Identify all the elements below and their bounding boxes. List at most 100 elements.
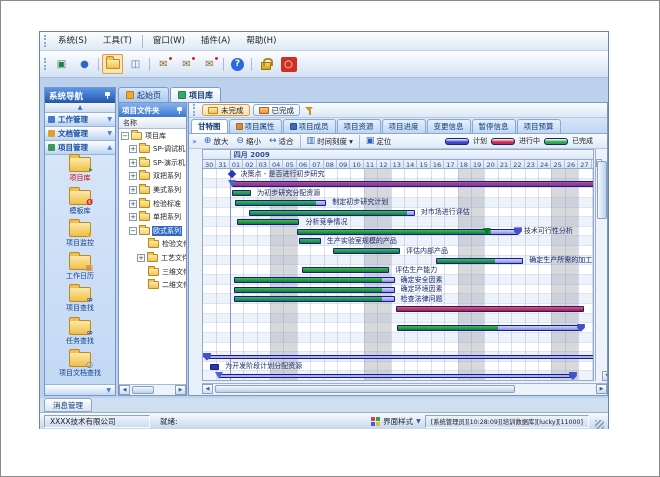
gantt-horizontal-scrollbar[interactable]: ◀ ▶ bbox=[202, 383, 607, 394]
gantt-tab-甘特图[interactable]: 甘特图 bbox=[191, 119, 228, 133]
filter-funnel-icon[interactable] bbox=[305, 106, 314, 115]
ui-style-button[interactable]: 界面样式 ▼ bbox=[371, 416, 421, 427]
sidebar-section-partial[interactable]: ▼ bbox=[45, 384, 115, 396]
gantt-tab-项目成员[interactable]: 项目成员 bbox=[283, 119, 336, 133]
gantt-tab-项目属性[interactable]: 项目属性 bbox=[229, 119, 282, 133]
tab-项目库[interactable]: 项目库 bbox=[170, 87, 221, 102]
scroll-left-icon[interactable]: ◀ bbox=[119, 385, 130, 395]
tree-node[interactable]: +检验标准 bbox=[129, 197, 182, 210]
scroll-right-icon[interactable]: ▶ bbox=[175, 385, 186, 395]
gantt-tab-暂停信息[interactable]: 暂停信息 bbox=[472, 119, 516, 133]
overflow-chevron-icon[interactable]: » bbox=[189, 137, 200, 146]
tree-expander-icon[interactable]: + bbox=[129, 159, 137, 167]
time-scale-button[interactable]: ▥时间刻度▾ bbox=[303, 135, 357, 148]
scroll-thumb[interactable] bbox=[215, 385, 515, 393]
gantt-chart[interactable]: 决策点 - 是否进行初步研究为初步研究分配资源制定初步研究计划对市场进行评估分析… bbox=[202, 169, 594, 381]
task-bar[interactable] bbox=[299, 238, 320, 244]
sidebar-item-项目库[interactable]: ▸项目库 bbox=[45, 156, 115, 188]
tree-node[interactable]: +双把系列 bbox=[129, 170, 182, 183]
sidebar-section-expanded[interactable]: 项目管理▲ bbox=[45, 141, 115, 155]
message-management-tab[interactable]: 消息管理 bbox=[44, 398, 92, 412]
tree-node[interactable]: −项目库 bbox=[121, 129, 167, 142]
task-bar[interactable] bbox=[232, 190, 251, 196]
sidebar-item-工作日历[interactable]: ▦工作日历 bbox=[45, 254, 115, 286]
toolbar-button[interactable]: ○ bbox=[278, 54, 299, 74]
tree-node[interactable]: −欧式系列 bbox=[129, 224, 182, 237]
sidebar-item-项目查找[interactable]: ∞项目查找 bbox=[45, 286, 115, 318]
tree-expander-icon[interactable]: + bbox=[129, 145, 137, 153]
scroll-thumb[interactable] bbox=[597, 161, 607, 219]
sidebar-item-任务查找[interactable]: ∞任务查找 bbox=[45, 319, 115, 351]
summary-line[interactable] bbox=[219, 374, 573, 378]
tree-expander-icon[interactable]: + bbox=[137, 254, 145, 262]
scroll-left-icon[interactable]: ◀ bbox=[202, 384, 213, 394]
gantt-tab-变更信息[interactable]: 变更信息 bbox=[427, 119, 471, 133]
pin-icon[interactable] bbox=[176, 107, 183, 114]
task-bar[interactable] bbox=[302, 267, 389, 273]
tree-node[interactable]: 二维文件 bbox=[137, 279, 186, 292]
summary-bar[interactable] bbox=[232, 181, 594, 187]
tree-horizontal-scrollbar[interactable]: ◀ ▶ bbox=[119, 384, 186, 395]
task-bar[interactable] bbox=[436, 258, 523, 264]
task-bar[interactable] bbox=[234, 296, 395, 302]
gantt-tab-项目预算[interactable]: 项目预算 bbox=[517, 119, 561, 133]
menu-item[interactable]: 窗口(W) bbox=[145, 34, 193, 49]
tree-column-header[interactable]: 名称 bbox=[119, 117, 186, 129]
toolbar-button[interactable] bbox=[102, 54, 123, 74]
task-bar[interactable] bbox=[249, 210, 415, 216]
toolbar-button[interactable]: ▣ bbox=[51, 54, 72, 74]
sidebar-collapse-button[interactable]: ▲ bbox=[45, 103, 115, 113]
tree-expander-icon[interactable]: − bbox=[129, 227, 137, 235]
tree-node[interactable]: +SP-调试机系 bbox=[129, 143, 186, 156]
scroll-down-icon[interactable]: ▼ bbox=[602, 371, 608, 381]
toolbar-button[interactable]: ✉ bbox=[176, 54, 197, 74]
toolbar-button[interactable]: ? bbox=[227, 54, 248, 74]
fit-button[interactable]: ↔适合 bbox=[265, 135, 298, 148]
filter-button-未完成[interactable]: 未完成 bbox=[202, 104, 250, 116]
tree-expander-icon[interactable]: − bbox=[121, 132, 129, 140]
toolbar-button[interactable] bbox=[255, 54, 276, 74]
task-bar[interactable] bbox=[235, 200, 326, 206]
tree-node[interactable]: +SP-演示机系 bbox=[129, 156, 186, 169]
zoom-out-button[interactable]: ⊖缩小 bbox=[232, 135, 265, 148]
tree-expander-icon[interactable]: + bbox=[129, 172, 137, 180]
task-bar[interactable] bbox=[210, 364, 219, 370]
menu-item[interactable]: 系统(S) bbox=[50, 34, 95, 49]
tree-node[interactable]: 三维文件 bbox=[137, 265, 186, 278]
locate-button[interactable]: ▣定位 bbox=[362, 135, 396, 148]
gantt-vertical-scrollbar[interactable]: ▲ ▼ bbox=[595, 149, 607, 381]
menu-item[interactable]: 工具(T) bbox=[95, 34, 140, 49]
sidebar-section-collapsed[interactable]: 工作管理▼ bbox=[45, 113, 115, 127]
tab-起始页[interactable]: 起始页 bbox=[118, 87, 169, 102]
scroll-thumb[interactable] bbox=[132, 386, 154, 394]
toolbar-button[interactable]: ✉ bbox=[199, 54, 220, 74]
zoom-in-button[interactable]: ⊕放大 bbox=[200, 135, 233, 148]
tree-expander-icon[interactable]: + bbox=[129, 213, 137, 221]
task-bar[interactable] bbox=[234, 287, 395, 293]
sidebar-item-模板库[interactable]: Ø模板库 bbox=[45, 189, 115, 221]
filter-button-已完成[interactable]: 已完成 bbox=[253, 104, 301, 116]
toolbar-button[interactable]: ✉ bbox=[153, 54, 174, 74]
gantt-tab-项目进度[interactable]: 项目进度 bbox=[382, 119, 426, 133]
menu-item[interactable]: 插件(A) bbox=[193, 34, 238, 49]
task-bar[interactable] bbox=[397, 325, 581, 331]
pin-icon[interactable] bbox=[104, 92, 111, 99]
menu-item[interactable]: 帮助(H) bbox=[238, 34, 284, 49]
task-bar[interactable] bbox=[237, 219, 300, 225]
tree-node[interactable]: +美式系列 bbox=[129, 183, 182, 196]
scroll-right-icon[interactable]: ▶ bbox=[596, 384, 607, 394]
summary-line[interactable] bbox=[207, 355, 594, 359]
tree-node[interactable]: +单把系列 bbox=[129, 211, 182, 224]
inprogress-bar[interactable] bbox=[396, 306, 584, 312]
gantt-tab-项目资源[interactable]: 项目资源 bbox=[337, 119, 381, 133]
sidebar-section-collapsed[interactable]: 文档管理▼ bbox=[45, 127, 115, 141]
task-bar[interactable] bbox=[234, 277, 395, 283]
sidebar-item-项目文档查找[interactable]: ○项目文档查找 bbox=[45, 351, 115, 383]
sidebar-item-项目监控[interactable]: ★项目监控 bbox=[45, 221, 115, 253]
task-bar[interactable] bbox=[333, 248, 400, 254]
tree-expander-icon[interactable]: + bbox=[129, 200, 137, 208]
tree-node[interactable]: +工艺文件 bbox=[137, 251, 186, 264]
resize-grip[interactable] bbox=[595, 420, 604, 429]
tree-node[interactable]: 检验文件 bbox=[137, 238, 186, 251]
toolbar-button[interactable]: ● bbox=[74, 54, 95, 74]
